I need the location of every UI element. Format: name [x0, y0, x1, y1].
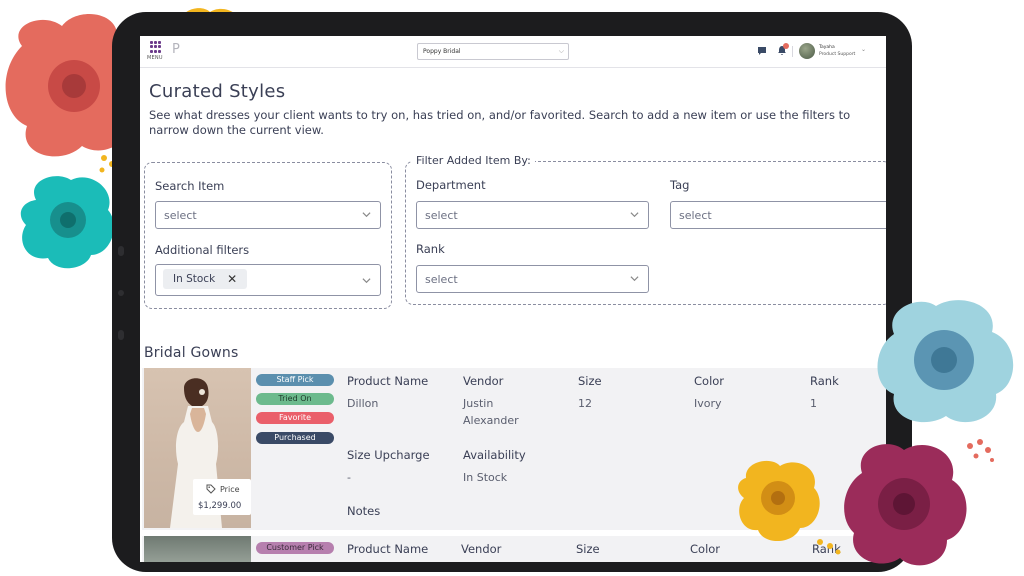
col-availability: Availability	[463, 448, 526, 462]
search-item-label: Search Item	[155, 179, 225, 193]
chevron-down-icon	[630, 212, 639, 218]
col-product-name: Product Name	[347, 374, 429, 388]
department-label: Department	[416, 178, 486, 192]
size-value: 12	[578, 397, 592, 410]
tag-select[interactable]: select	[670, 201, 886, 229]
badge-favorite: Favorite	[256, 412, 334, 424]
product-image[interactable]	[144, 536, 251, 562]
chevron-down-icon: ⌵	[558, 47, 564, 55]
color-value: Ivory	[694, 397, 722, 410]
rank-placeholder: select	[425, 273, 458, 286]
tablet-side-button	[118, 330, 124, 340]
availability-value: In Stock	[463, 471, 508, 484]
col-color: Color	[690, 542, 721, 556]
search-item-select[interactable]: select	[155, 201, 381, 229]
department-placeholder: select	[425, 209, 458, 222]
brand-logo: P	[172, 42, 180, 57]
col-size: Size	[576, 542, 600, 556]
col-color: Color	[694, 374, 725, 388]
filter-tag-in-stock: In Stock ✕	[163, 269, 248, 289]
user-role: Product Support	[819, 52, 856, 57]
grid-menu-icon	[150, 41, 162, 53]
yellow-flower-decoration	[738, 460, 820, 542]
chevron-down-icon	[630, 276, 639, 282]
price-label: Price	[220, 485, 240, 494]
topbar-divider	[792, 46, 793, 57]
size-upcharge-value: -	[347, 471, 351, 484]
store-select[interactable]: Poppy Bridal ⌵	[417, 43, 569, 60]
col-rank: Rank	[810, 374, 839, 388]
col-notes: Notes	[347, 504, 381, 518]
badge-customer-pick: Customer Pick	[256, 542, 334, 554]
col-size-upcharge: Size Upcharge	[347, 448, 430, 462]
col-size: Size	[578, 374, 602, 388]
tag-placeholder: select	[679, 209, 712, 222]
department-select[interactable]: select	[416, 201, 649, 229]
close-icon[interactable]: ✕	[227, 272, 237, 286]
notification-badge	[783, 43, 789, 49]
menu-button[interactable]: MENU	[146, 40, 168, 64]
rank-label: Rank	[416, 242, 445, 256]
tag-label: Tag	[670, 178, 690, 192]
magenta-flower-decoration	[844, 444, 967, 566]
light-blue-flower-decoration	[877, 300, 1014, 423]
rank-value: 1	[810, 397, 817, 410]
page-description: See what dresses your client wants to tr…	[149, 108, 851, 137]
search-panel: Search Item select Additional filters In…	[144, 162, 392, 309]
avatar[interactable]	[799, 43, 815, 59]
filter-tag-label: In Stock	[173, 273, 216, 285]
badge-staff-pick: Staff Pick	[256, 374, 334, 386]
tablet-side-button	[118, 290, 124, 296]
search-item-placeholder: select	[164, 209, 197, 222]
top-bar: MENU P Poppy Bridal ⌵ Tayaha Product Sup…	[140, 36, 886, 68]
additional-filters-select[interactable]: In Stock ✕	[155, 264, 381, 296]
vendor-value: Justin Alexander	[463, 397, 519, 427]
chevron-down-icon	[362, 212, 371, 218]
col-product-name: Product Name	[347, 542, 429, 556]
chevron-down-icon	[362, 278, 371, 284]
filter-legend: Filter Added Item By:	[412, 154, 535, 167]
col-vendor: Vendor	[461, 542, 502, 556]
yellow-dots-decoration	[817, 539, 841, 555]
user-menu-chevron-icon[interactable]: ⌄	[861, 46, 866, 53]
product-image[interactable]: Price $1,299.00	[144, 368, 251, 528]
page-title: Curated Styles	[149, 81, 286, 102]
additional-filters-label: Additional filters	[155, 243, 250, 257]
section-title: Bridal Gowns	[144, 345, 239, 361]
price-tag-icon	[206, 484, 216, 494]
teal-flower-decoration	[20, 176, 114, 269]
menu-label: MENU	[147, 55, 163, 61]
price-box: Price $1,299.00	[193, 479, 251, 515]
product-name-value: Dillon	[347, 397, 379, 410]
tablet-side-button	[118, 246, 124, 256]
store-select-value: Poppy Bridal	[423, 48, 461, 55]
price-value: $1,299.00	[198, 501, 242, 511]
badge-tried-on: Tried On	[256, 393, 334, 405]
user-name: Tayaha	[819, 45, 835, 50]
rank-select[interactable]: select	[416, 265, 649, 293]
col-vendor: Vendor	[463, 374, 504, 388]
badge-purchased: Purchased	[256, 432, 334, 444]
chat-icon[interactable]	[757, 46, 767, 56]
